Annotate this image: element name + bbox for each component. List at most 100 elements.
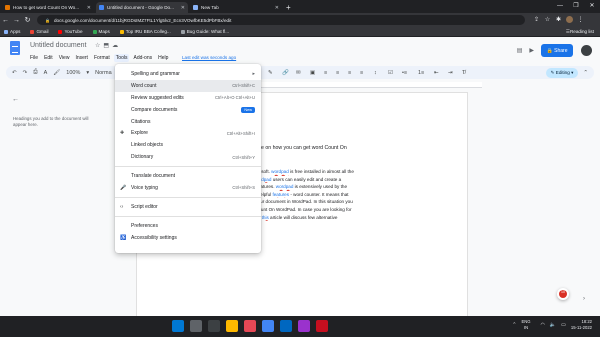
share-page-icon[interactable]: ⇪: [531, 16, 542, 25]
text-color-icon[interactable]: ✎: [268, 70, 273, 76]
print-icon[interactable]: ⎙: [33, 69, 37, 76]
body-line: ords of your document in WordPad. In thi…: [240, 199, 353, 205]
menu-item-voice-typing[interactable]: 🎤 Voice typing Ctrl+Shift+S: [115, 182, 261, 194]
menu-item-linked-objects[interactable]: Linked objects: [115, 139, 261, 151]
clear-formatting-icon[interactable]: T̸: [462, 70, 465, 76]
redo-icon[interactable]: ↷: [23, 70, 28, 76]
bookmark-bba-colleges[interactable]: Top IRU BBA Colleg...: [119, 29, 171, 34]
tab-new-tab[interactable]: New Tab ✕: [190, 2, 282, 13]
chrome-icon[interactable]: [262, 320, 274, 332]
comment-history-icon[interactable]: ▤: [517, 47, 523, 54]
menu-format[interactable]: Format: [92, 54, 112, 62]
menu-item-review-suggested-edits[interactable]: Review suggested edits Ctrl+Alt+O Ctrl+Al…: [115, 92, 261, 104]
language-indicator[interactable]: ENG IN: [521, 319, 530, 331]
close-tab-icon[interactable]: ✕: [181, 5, 185, 11]
comment-icon[interactable]: ✉: [296, 70, 301, 76]
tray-chevron-icon[interactable]: ⌃: [512, 322, 516, 328]
clock[interactable]: 18:22 15-11-2022: [571, 319, 592, 331]
menu-tools[interactable]: Tools: [113, 54, 130, 62]
zoom-select[interactable]: 100%: [66, 70, 80, 76]
editing-mode-button[interactable]: ✎ Editing ▾: [545, 67, 579, 78]
new-tab-icon[interactable]: +: [286, 3, 291, 12]
menu-addons[interactable]: Add-ons: [131, 54, 154, 62]
paint-format-icon[interactable]: 🖌: [53, 70, 60, 76]
chrome-menu-icon[interactable]: ⋮: [575, 16, 586, 25]
cloud-status-icon[interactable]: ☁: [112, 43, 121, 49]
bookmark-star-icon[interactable]: ☆: [542, 16, 553, 25]
profile-avatar[interactable]: [564, 15, 575, 25]
store-icon[interactable]: [280, 320, 292, 332]
menu-item-accessibility-settings[interactable]: ♿ Accessibility settings: [115, 232, 261, 244]
tab-word-count-article[interactable]: How to get word Count On Wo... ✕: [2, 2, 94, 13]
maximize-icon[interactable]: ❐: [568, 0, 584, 13]
bookmark-apps[interactable]: Apps: [4, 29, 20, 34]
undo-icon[interactable]: ↶: [12, 70, 17, 76]
menu-help[interactable]: Help: [156, 54, 170, 62]
app-icon[interactable]: [316, 320, 328, 332]
menu-item-citations[interactable]: Citations: [115, 116, 261, 128]
menu-item-preferences[interactable]: Preferences: [115, 220, 261, 232]
numbered-list-icon[interactable]: 1≡: [418, 70, 424, 76]
extensions-icon[interactable]: ✱: [553, 16, 564, 25]
docs-logo-icon[interactable]: [10, 41, 20, 55]
spellcheck-icon[interactable]: A: [44, 70, 48, 76]
last-edit-link[interactable]: Last edit was seconds ago: [182, 55, 236, 60]
link-icon[interactable]: 🔗: [282, 70, 289, 76]
menu-item-compare-documents[interactable]: Compare documents New: [115, 104, 261, 116]
share-button[interactable]: 🔒 Share: [541, 44, 573, 57]
menu-item-dictionary[interactable]: Dictionary Ctrl+Shift+Y: [115, 151, 261, 163]
image-icon[interactable]: ▣: [310, 70, 315, 76]
task-view-icon[interactable]: [208, 320, 220, 332]
app-icon[interactable]: [298, 320, 310, 332]
move-folder-icon[interactable]: ⬒: [103, 43, 112, 49]
wifi-icon[interactable]: ◠: [541, 322, 545, 328]
volume-icon[interactable]: 🔈: [550, 322, 556, 328]
forward-icon[interactable]: →: [11, 17, 22, 24]
align-left-icon[interactable]: ≡: [324, 70, 327, 76]
decrease-indent-icon[interactable]: ⇤: [434, 70, 439, 76]
minimize-icon[interactable]: —: [552, 0, 568, 13]
align-center-icon[interactable]: ≡: [336, 70, 339, 76]
menu-view[interactable]: View: [57, 54, 72, 62]
checklist-icon[interactable]: ☑: [388, 70, 393, 76]
tab-google-docs[interactable]: Untitled document - Google Do... ✕: [96, 2, 188, 13]
menu-item-translate-document[interactable]: Translate document: [115, 170, 261, 182]
user-avatar[interactable]: [581, 45, 592, 56]
reading-list[interactable]: ☰ Reading list: [566, 29, 594, 35]
app-icon[interactable]: [244, 320, 256, 332]
bookmark-youtube[interactable]: YouTube: [58, 29, 83, 34]
reload-icon[interactable]: ↻: [22, 16, 33, 24]
document-body[interactable]: d by Microsoft. wordpad is free installe…: [240, 168, 410, 221]
menu-item-script-editor[interactable]: ‹› Script editor: [115, 201, 261, 213]
start-icon[interactable]: [172, 320, 184, 332]
style-select[interactable]: Norma: [95, 70, 112, 76]
menu-insert[interactable]: Insert: [73, 54, 90, 62]
document-title[interactable]: Untitled document: [30, 42, 86, 49]
line-spacing-icon[interactable]: ↕: [374, 70, 377, 76]
search-icon[interactable]: [190, 320, 202, 332]
meet-icon[interactable]: ▶: [529, 47, 534, 54]
menu-file[interactable]: File: [28, 54, 40, 62]
justify-icon[interactable]: ≡: [360, 70, 363, 76]
side-panel-chevron-icon[interactable]: ›: [583, 296, 585, 302]
outline-back-icon[interactable]: ←: [12, 96, 19, 103]
menu-edit[interactable]: Edit: [42, 54, 55, 62]
zoom-dropdown-icon[interactable]: ▾: [86, 70, 89, 76]
chevron-up-icon[interactable]: ⌃: [583, 70, 588, 76]
bookmark-gmail[interactable]: Gmail: [30, 29, 48, 34]
back-icon[interactable]: ←: [0, 17, 11, 24]
close-window-icon[interactable]: ✕: [584, 0, 600, 13]
menu-item-word-count[interactable]: Word count Ctrl+Shift+C: [115, 79, 261, 92]
menu-item-spelling-grammar[interactable]: Spelling and grammar ▸: [115, 68, 261, 80]
menu-item-explore[interactable]: ✚ Explore Ctrl+Alt+Shift+I: [115, 127, 261, 139]
align-right-icon[interactable]: ≡: [348, 70, 351, 76]
bulleted-list-icon[interactable]: •≡: [402, 70, 407, 76]
bookmark-maps[interactable]: Maps: [92, 29, 110, 34]
url-field[interactable]: 🔒 docs.google.com/document/d/11bjRGDsIMZ…: [37, 15, 525, 25]
close-tab-icon[interactable]: ✕: [87, 5, 91, 11]
file-explorer-icon[interactable]: [226, 320, 238, 332]
bookmark-bug-guide[interactable]: Bug Guide: What fl...: [180, 29, 229, 34]
close-tab-icon[interactable]: ✕: [275, 5, 279, 11]
battery-icon[interactable]: ▭: [561, 322, 566, 328]
increase-indent-icon[interactable]: ⇥: [448, 70, 453, 76]
